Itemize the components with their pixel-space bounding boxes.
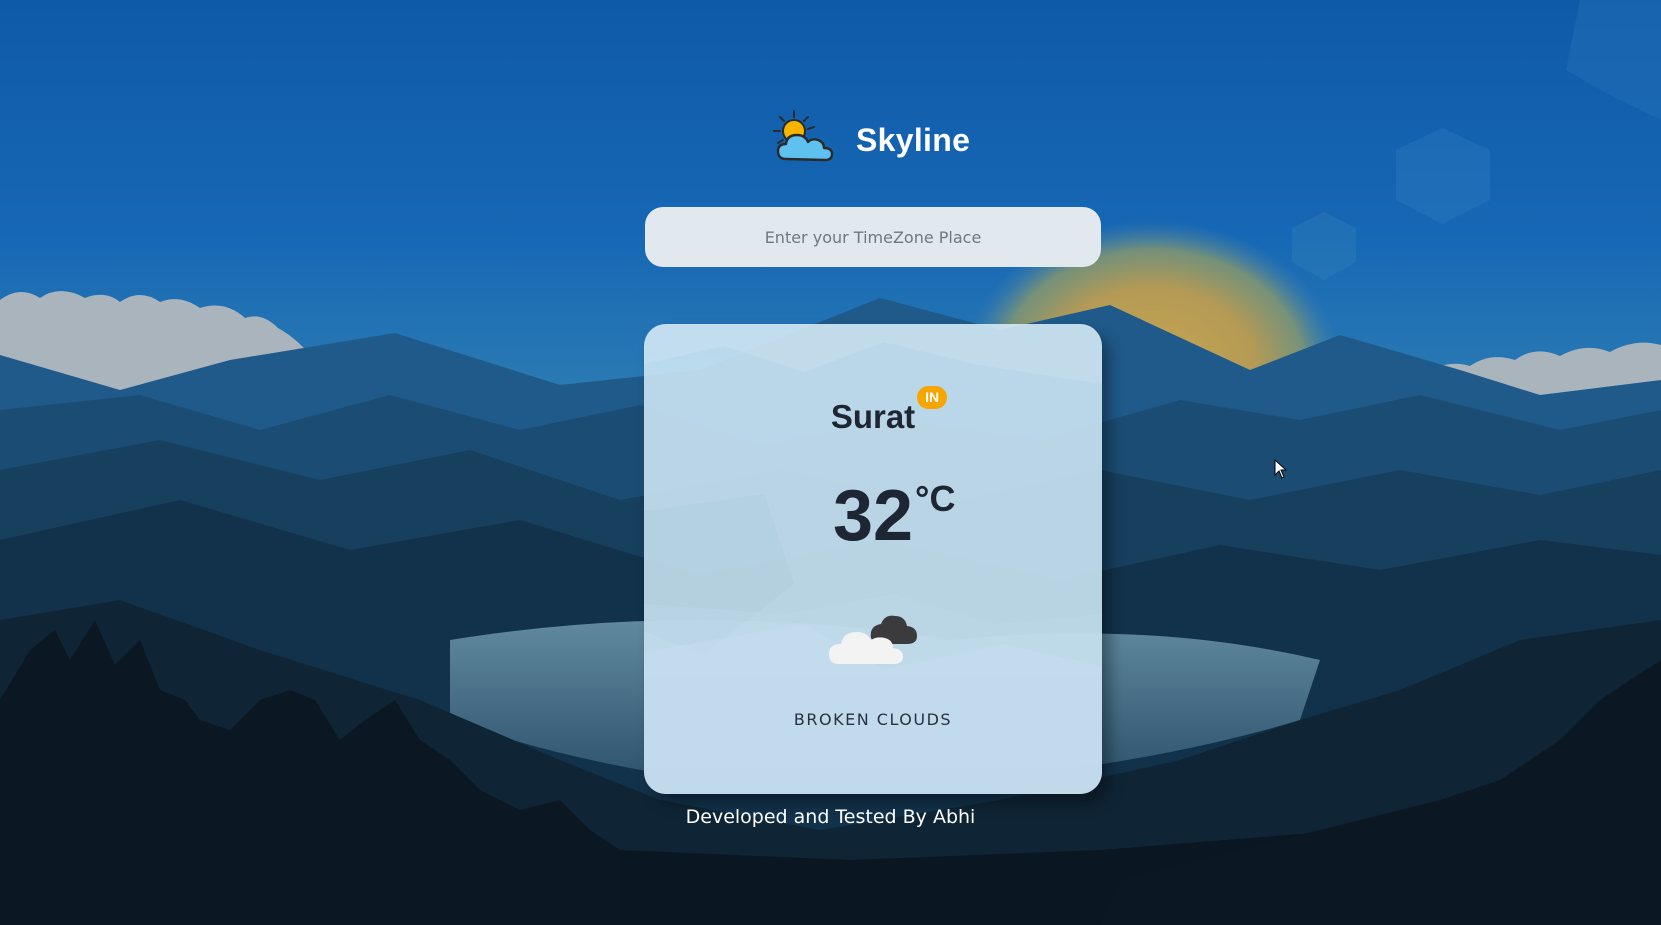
- country-badge: IN: [917, 386, 948, 409]
- app-title: Skyline: [856, 121, 971, 158]
- app-screen: Skyline SuratIN 32 °C broken clouds Deve…: [0, 0, 1661, 925]
- location-row: Surat IN: [644, 386, 1102, 436]
- weather-condition: broken clouds: [793, 710, 953, 729]
- weather-card: Surat IN 32 °C broken clouds: [644, 324, 1102, 794]
- temperature-value: 32: [832, 476, 914, 556]
- app-header: Skyline: [770, 100, 970, 180]
- temperature-unit: °C: [915, 478, 956, 519]
- temperature-display: 32 °C: [833, 478, 956, 552]
- city-label: Surat: [830, 398, 916, 435]
- city-name: Surat IN: [830, 386, 948, 435]
- footer-credit: Developed and Tested By Abhi: [685, 806, 976, 828]
- broken-clouds-icon: [829, 615, 917, 664]
- temperature-row: 32 °C: [644, 478, 1102, 552]
- mouse-cursor-icon: [1274, 459, 1288, 479]
- sun-behind-cloud-icon: [773, 110, 834, 162]
- search-input[interactable]: [645, 207, 1101, 267]
